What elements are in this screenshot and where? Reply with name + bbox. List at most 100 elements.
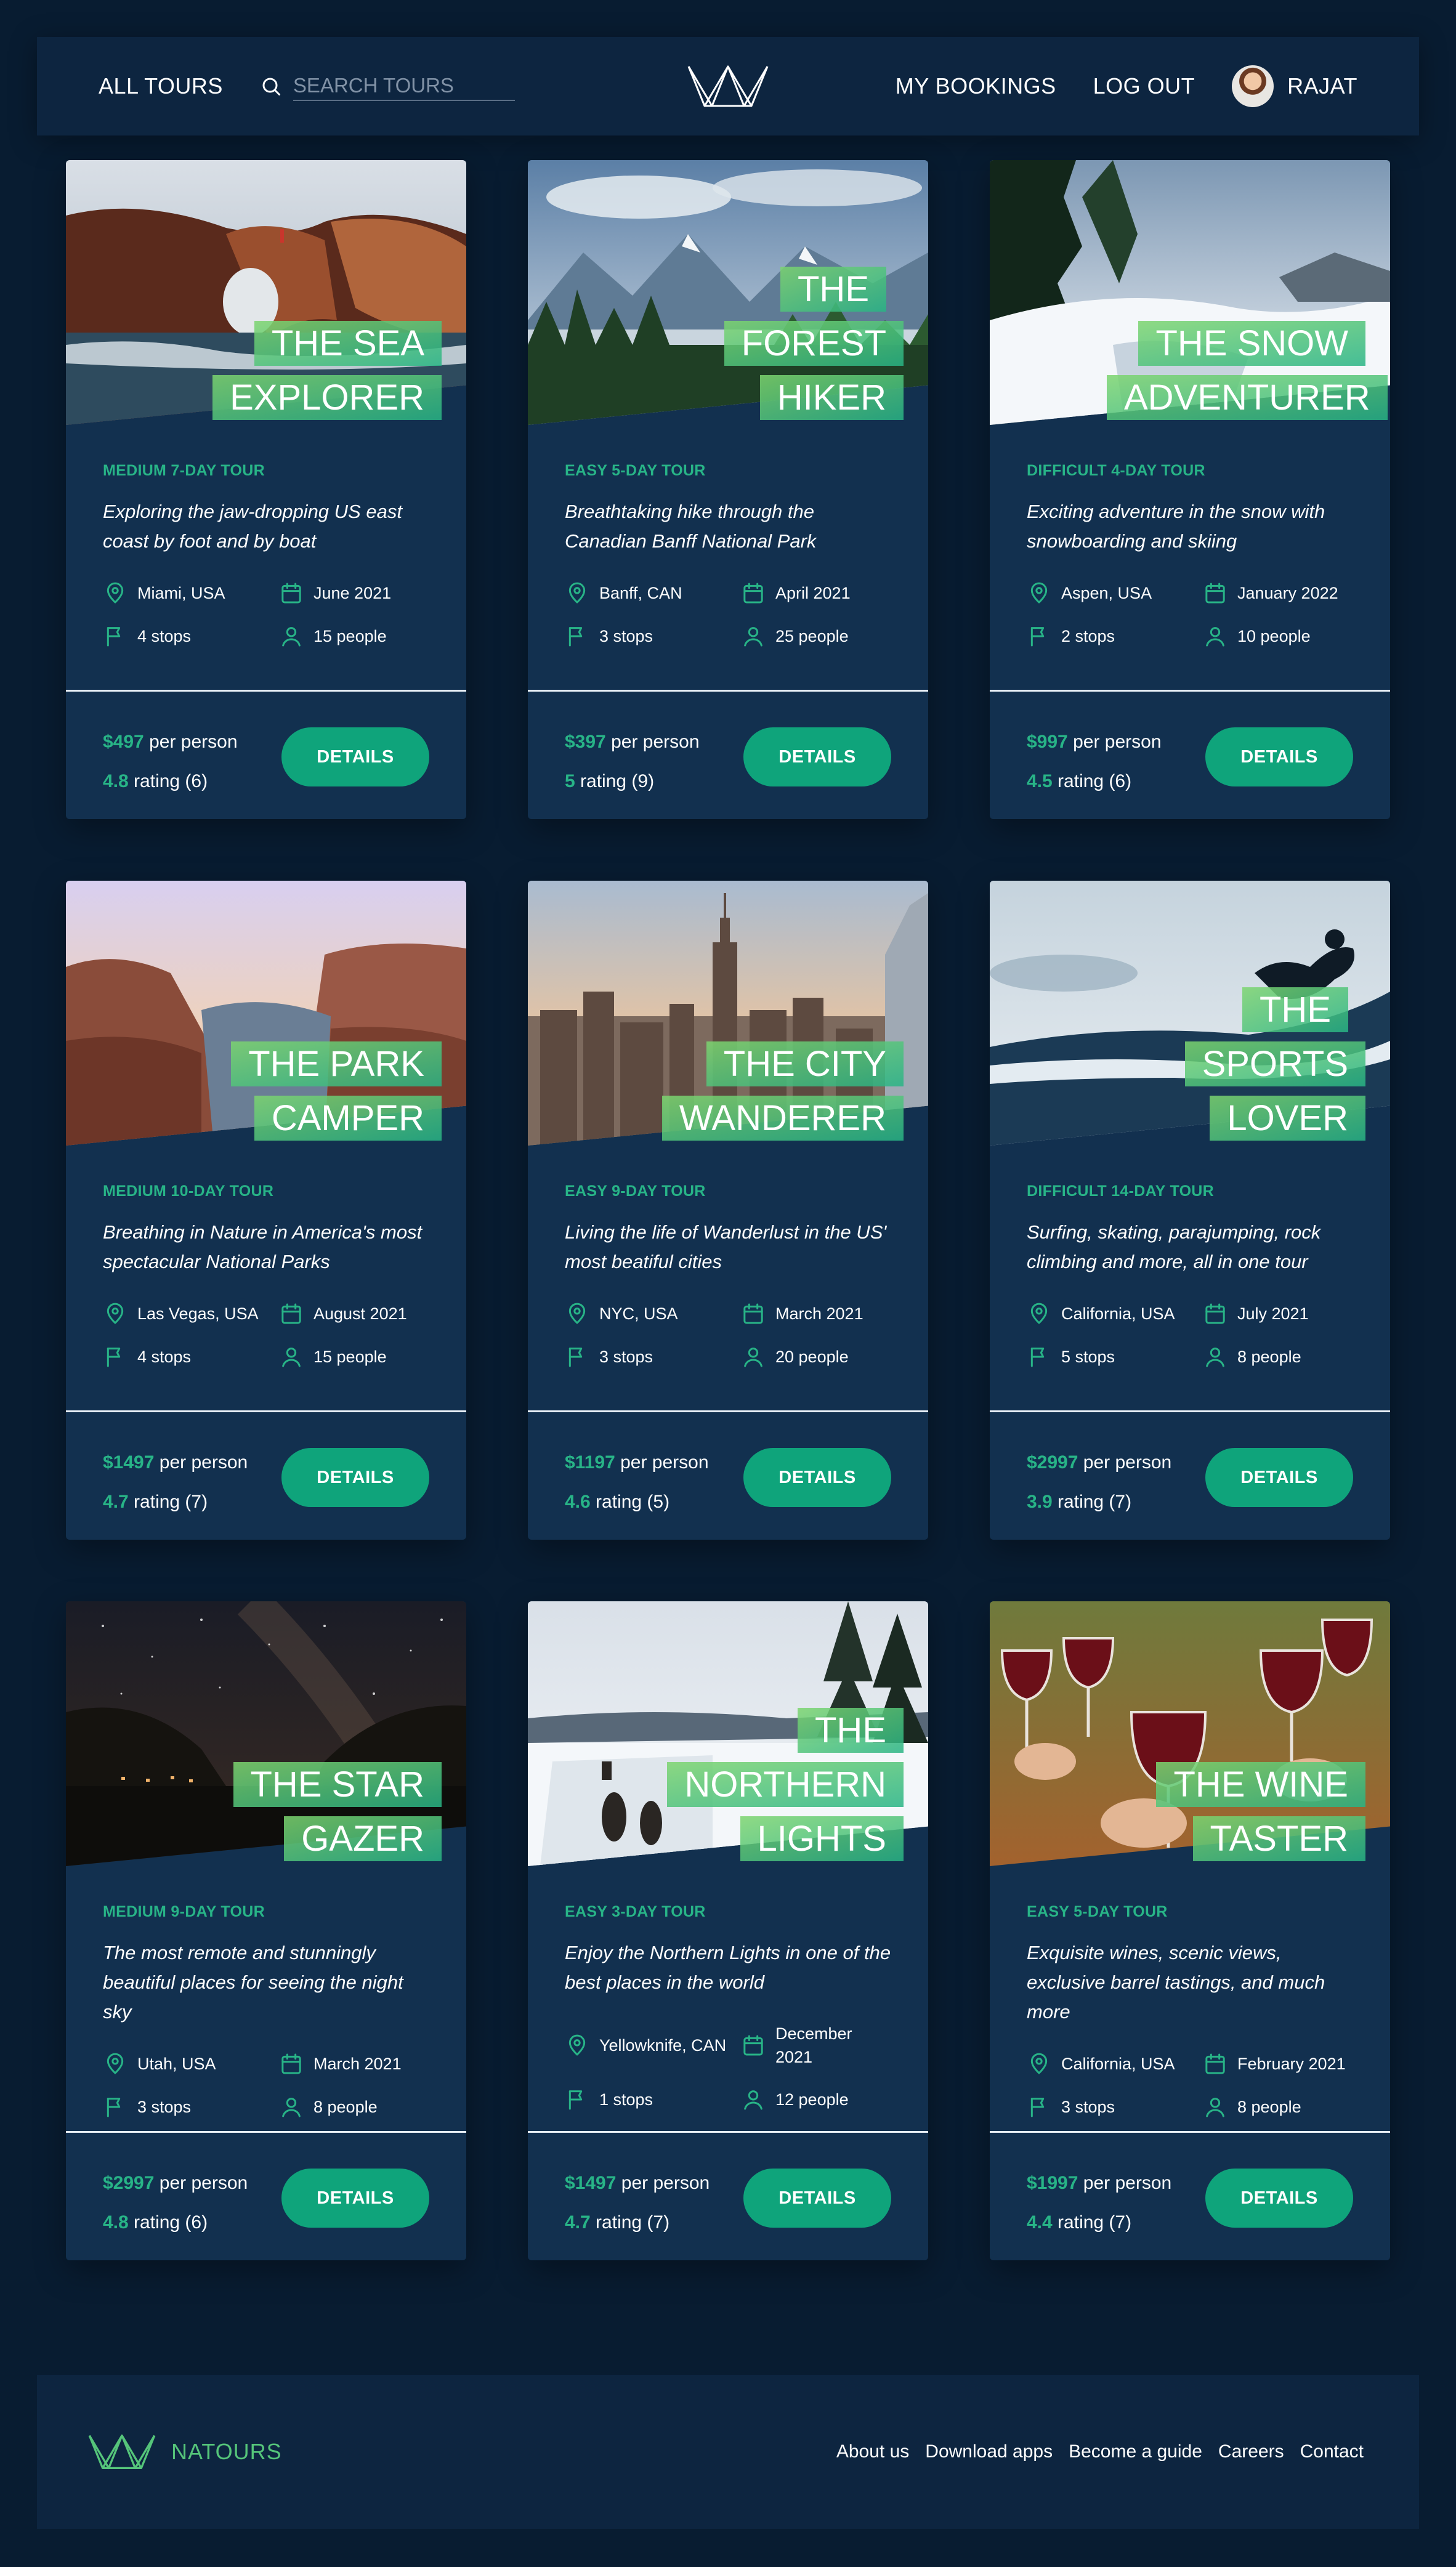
card-footer: $397 per person 5 rating (9) Details xyxy=(528,690,928,819)
map-pin-icon xyxy=(1030,2053,1048,2074)
card-details: Difficult 4-day tour Exciting adventure … xyxy=(990,425,1390,690)
details-button[interactable]: Details xyxy=(281,727,429,786)
user-icon xyxy=(282,1348,301,1367)
tour-date: July 2021 xyxy=(1203,1301,1353,1326)
footer-link-careers[interactable]: Careers xyxy=(1218,2441,1284,2462)
tour-date: March 2021 xyxy=(279,2052,429,2076)
footer-brand: Natours xyxy=(171,2439,282,2464)
tour-facts: Aspen, USA January 2022 2 stops 10 peopl… xyxy=(1027,581,1353,649)
tour-location: Yellowknife, CAN xyxy=(565,2022,741,2069)
details-button[interactable]: Details xyxy=(1205,2169,1353,2228)
tour-rating-value: 4.5 xyxy=(1027,771,1053,791)
tour-location-text: Utah, USA xyxy=(137,2055,216,2073)
tour-facts: NYC, USA March 2021 3 stops 20 people xyxy=(565,1301,891,1369)
card-details: Easy 5-day tour Breathtaking hike throug… xyxy=(528,425,928,690)
tour-rating-value: 4.6 xyxy=(565,1492,591,1512)
tour-subheading: Easy 5-day tour xyxy=(565,462,706,479)
tour-stops-text: 3 stops xyxy=(1061,2098,1115,2116)
tour-stops-text: 3 stops xyxy=(599,1348,653,1366)
tour-title: The Sports Lover xyxy=(1107,983,1365,1146)
tour-stops: 1 stops xyxy=(565,2087,741,2112)
tour-summary: Breathtaking hike through the Canadian B… xyxy=(565,501,817,552)
nav-left: All tours xyxy=(99,71,896,101)
tour-facts: Yellowknife, CAN December 2021 1 stops 1… xyxy=(565,2022,891,2112)
flag-icon xyxy=(568,2090,583,2110)
tour-facts: California, USA July 2021 5 stops 8 peop… xyxy=(1027,1301,1353,1369)
tour-title-line: The Star xyxy=(233,1762,442,1807)
map-pin-icon xyxy=(107,1303,124,1324)
tour-card: The Sports Lover Difficult 14-day tour Su… xyxy=(990,881,1390,1540)
user-menu[interactable]: RAJAT xyxy=(1232,65,1357,107)
card-footer: $497 per person 4.8 rating (6) Details xyxy=(66,690,466,819)
user-name[interactable]: RAJAT xyxy=(1287,73,1357,99)
tour-title: The Northern Lights xyxy=(645,1704,904,1866)
tour-rating-suffix: rating (5) xyxy=(590,1492,670,1512)
card-header: The City Wanderer xyxy=(528,881,928,1146)
tour-title-line: Lights xyxy=(740,1816,904,1861)
log-out-link[interactable]: Log out xyxy=(1093,73,1195,99)
tour-facts: Miami, USA June 2021 4 stops 15 people xyxy=(103,581,429,649)
my-bookings-link[interactable]: My bookings xyxy=(896,73,1056,99)
search-icon[interactable] xyxy=(260,75,282,97)
footer-link-about-us[interactable]: About us xyxy=(836,2441,909,2462)
details-button[interactable]: Details xyxy=(281,2169,429,2228)
tour-date-text: March 2021 xyxy=(313,2055,402,2073)
all-tours-link[interactable]: All tours xyxy=(99,73,223,99)
calendar-icon xyxy=(743,2035,763,2056)
tour-people-text: 12 people xyxy=(775,2090,849,2109)
crown-logo-icon[interactable] xyxy=(686,62,770,111)
map-pin-icon xyxy=(107,2053,124,2074)
tour-price-suffix: per person xyxy=(144,732,238,752)
tour-location: California, USA xyxy=(1027,1301,1203,1326)
tour-price-value: $2997 xyxy=(103,2173,155,2193)
details-button[interactable]: Details xyxy=(743,727,891,786)
tour-stops-text: 4 stops xyxy=(137,1348,192,1366)
user-icon xyxy=(744,2090,762,2110)
nav-right: My bookings Log out RAJAT xyxy=(896,65,1357,107)
tour-price-suffix: per person xyxy=(1078,1452,1172,1473)
search-input[interactable] xyxy=(293,71,515,101)
details-button[interactable]: Details xyxy=(281,1448,429,1507)
card-header: The Snow Adventurer xyxy=(990,160,1390,425)
tour-facts: California, USA February 2021 3 stops 8 … xyxy=(1027,2052,1353,2119)
footer-logo[interactable]: Natours xyxy=(86,2432,282,2472)
footer-link-become-a-guide[interactable]: Become a guide xyxy=(1069,2441,1202,2462)
tour-rating-suffix: rating (6) xyxy=(1052,771,1132,791)
map-pin-icon xyxy=(1030,1303,1048,1324)
tour-rating-value: 3.9 xyxy=(1027,1492,1053,1512)
map-pin-icon xyxy=(1030,582,1048,604)
footer-link-contact[interactable]: Contact xyxy=(1300,2441,1364,2462)
tour-price-value: $1997 xyxy=(1027,2173,1078,2193)
tour-stops-text: 2 stops xyxy=(1061,627,1115,645)
details-button[interactable]: Details xyxy=(743,1448,891,1507)
tour-card: The Sea Explorer Medium 7-day tour Explor… xyxy=(66,160,466,819)
tour-price-value: $2997 xyxy=(1027,1452,1078,1473)
flag-icon xyxy=(568,1348,583,1367)
tour-location: Utah, USA xyxy=(103,2052,279,2076)
card-details: Medium 10-day tour Breathing in Nature i… xyxy=(66,1146,466,1410)
footer-link-download-apps[interactable]: Download apps xyxy=(925,2441,1053,2462)
details-button[interactable]: Details xyxy=(743,2169,891,2228)
tour-title-line: Northern xyxy=(667,1762,904,1807)
calendar-icon xyxy=(1205,583,1225,604)
card-header: The Star Gazer xyxy=(66,1601,466,1866)
tour-stops: 2 stops xyxy=(1027,624,1203,649)
site-footer: Natours About us Download apps Become a … xyxy=(37,2375,1419,2529)
map-pin-icon xyxy=(568,1303,586,1324)
avatar[interactable] xyxy=(1232,65,1274,107)
tour-subheading: Difficult 14-day tour xyxy=(1027,1182,1215,1200)
tour-date-text: December 2021 xyxy=(775,2024,852,2066)
tour-summary: Breathing in Nature in America's most sp… xyxy=(103,1221,423,1272)
tour-stops: 5 stops xyxy=(1027,1344,1203,1369)
tour-people-text: 8 people xyxy=(1237,2098,1301,2116)
tour-stops-text: 4 stops xyxy=(137,627,192,645)
tour-subheading: Easy 5-day tour xyxy=(1027,1903,1168,1920)
tour-title-line: Explorer xyxy=(212,375,442,420)
tour-location-text: Yellowknife, CAN xyxy=(599,2036,727,2055)
tour-title-line: The Forest xyxy=(724,267,904,366)
details-button[interactable]: Details xyxy=(1205,1448,1353,1507)
tour-facts: Las Vegas, USA August 2021 4 stops 15 pe… xyxy=(103,1301,429,1369)
tour-people: 10 people xyxy=(1203,624,1353,649)
flag-icon xyxy=(107,627,121,647)
details-button[interactable]: Details xyxy=(1205,727,1353,786)
